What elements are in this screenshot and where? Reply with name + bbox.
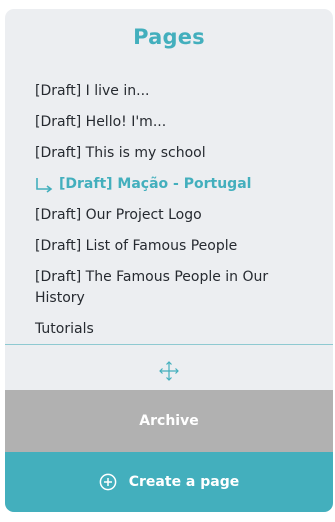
plus-circle-icon <box>99 473 117 491</box>
page-item-famous-people[interactable]: [Draft] List of Famous People <box>35 236 315 257</box>
archive-button-label: Archive <box>139 413 199 429</box>
page-item-project-logo[interactable]: [Draft] Our Project Logo <box>35 205 315 226</box>
page-root: Pages [Draft] I live in... [Draft] Hello… <box>0 0 335 522</box>
pages-panel: Pages [Draft] I live in... [Draft] Hello… <box>5 9 333 512</box>
page-item-famous-people-history[interactable]: [Draft] The Famous People in Our History <box>35 267 315 309</box>
page-item-hello[interactable]: [Draft] Hello! I'm... <box>35 112 315 133</box>
panel-title: Pages <box>133 25 205 49</box>
page-item-my-school[interactable]: [Draft] This is my school <box>35 143 315 164</box>
archive-button[interactable]: Archive <box>5 390 333 452</box>
create-page-button[interactable]: Create a page <box>5 452 333 512</box>
page-list: [Draft] I live in... [Draft] Hello! I'm.… <box>35 81 315 350</box>
page-item-i-live-in[interactable]: [Draft] I live in... <box>35 81 315 102</box>
page-item-macao-portugal[interactable]: [Draft] Mação - Portugal <box>35 174 315 195</box>
create-page-label: Create a page <box>128 474 240 490</box>
list-divider <box>5 344 333 345</box>
page-item-label: [Draft] Mação - Portugal <box>59 176 252 192</box>
page-item-tutorials[interactable]: Tutorials <box>35 319 315 340</box>
move-arrows-icon[interactable] <box>157 359 181 383</box>
subpage-arrow-icon <box>36 177 53 193</box>
